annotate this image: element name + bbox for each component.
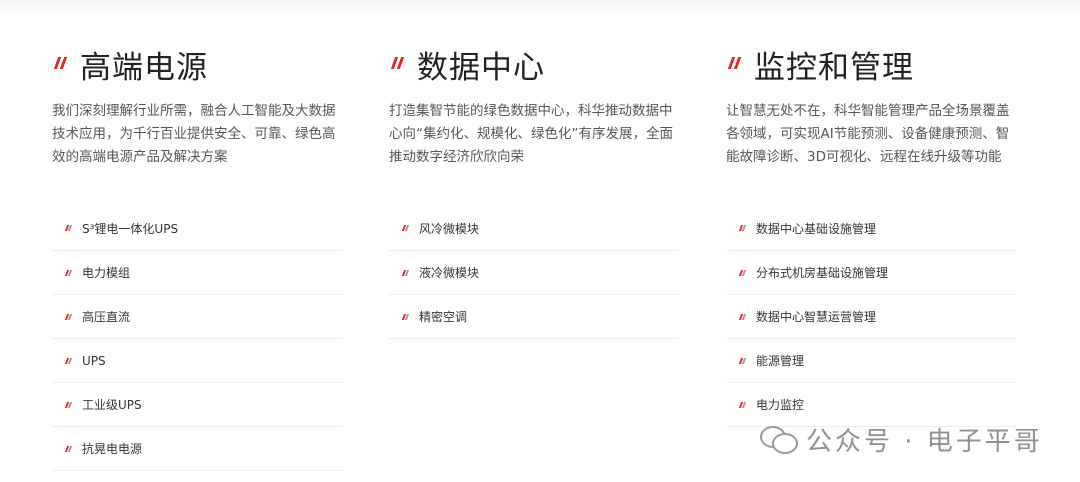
column-description: 打造集智节能的绿色数据中心，科华推动数据中心向“集约化、规模化、绿色化”有序发展… (389, 103, 673, 165)
bullet-icon (64, 313, 74, 321)
watermark: 公众号 · 电子平哥 (760, 422, 1043, 457)
wechat-icon (760, 424, 798, 454)
bullet-icon (738, 357, 748, 365)
bullet-icon (738, 224, 748, 232)
list-item[interactable]: 电力模组 (52, 251, 342, 295)
list-item-label: 液冷微模块 (419, 266, 480, 280)
watermark-text: 公众号 · 电子平哥 (806, 426, 1043, 457)
bullet-icon (401, 313, 411, 321)
list-item-label: 数据中心智慧运营管理 (756, 310, 877, 324)
list-item[interactable]: 抗晃电电源 (52, 427, 342, 471)
column-title: 数据中心 (417, 49, 545, 86)
bullet-icon (64, 269, 74, 277)
product-list: 风冷微模块 液冷微模块 精密空调 (389, 206, 679, 339)
double-slash-icon (52, 55, 68, 73)
list-item-label: 分布式机房基础设施管理 (756, 266, 889, 280)
bullet-icon (64, 357, 74, 365)
list-item[interactable]: UPS (52, 339, 342, 383)
column-title: 高端电源 (80, 49, 208, 86)
double-slash-icon (726, 55, 742, 73)
list-item[interactable]: 数据中心基础设施管理 (726, 206, 1016, 251)
product-list: S³锂电一体化UPS 电力模组 高压直流 UPS 工业级UPS 抗晃电电源 (52, 206, 342, 471)
list-item-label: 精密空调 (419, 310, 468, 324)
bullet-icon (64, 224, 74, 232)
bullet-icon (738, 269, 748, 277)
list-item-label: 电力监控 (756, 398, 805, 412)
column-description: 我们深刻理解行业所需，融合人工智能及大数据技术应用，为千行百业提供安全、可靠、绿… (52, 103, 336, 165)
list-item[interactable]: 精密空调 (389, 295, 679, 339)
list-item-label: 电力模组 (82, 266, 131, 280)
column-title: 监控和管理 (754, 49, 914, 86)
column-header: 数据中心 (389, 42, 545, 86)
list-item[interactable]: 能源管理 (726, 339, 1016, 383)
column-header: 高端电源 (52, 42, 208, 86)
bullet-icon (401, 269, 411, 277)
column-description: 让智慧无处不在，科华智能管理产品全场景覆盖各领域，可实现AI节能预测、设备健康预… (726, 103, 1010, 165)
top-bar (0, 0, 1080, 18)
list-item[interactable]: 液冷微模块 (389, 251, 679, 295)
list-item-label: S³锂电一体化UPS (82, 221, 179, 236)
list-item-label: UPS (82, 353, 106, 368)
column-header: 监控和管理 (726, 42, 914, 86)
list-item-label: 高压直流 (82, 310, 131, 324)
list-item[interactable]: 数据中心智慧运营管理 (726, 295, 1016, 339)
list-item-label: 抗晃电电源 (82, 442, 143, 456)
bullet-icon (401, 224, 411, 232)
list-item-label: 工业级UPS (82, 398, 142, 412)
bullet-icon (64, 445, 74, 453)
double-slash-icon (389, 55, 405, 73)
list-item-label: 数据中心基础设施管理 (756, 221, 877, 236)
product-list: 数据中心基础设施管理 分布式机房基础设施管理 数据中心智慧运营管理 能源管理 电… (726, 206, 1016, 427)
list-item-label: 能源管理 (756, 354, 805, 368)
list-item[interactable]: 风冷微模块 (389, 206, 679, 251)
bullet-icon (738, 401, 748, 409)
list-item[interactable]: S³锂电一体化UPS (52, 206, 342, 251)
list-item[interactable]: 分布式机房基础设施管理 (726, 251, 1016, 295)
bullet-icon (738, 313, 748, 321)
bullet-icon (64, 401, 74, 409)
list-item-label: 风冷微模块 (419, 221, 480, 236)
list-item[interactable]: 高压直流 (52, 295, 342, 339)
list-item[interactable]: 工业级UPS (52, 383, 342, 427)
